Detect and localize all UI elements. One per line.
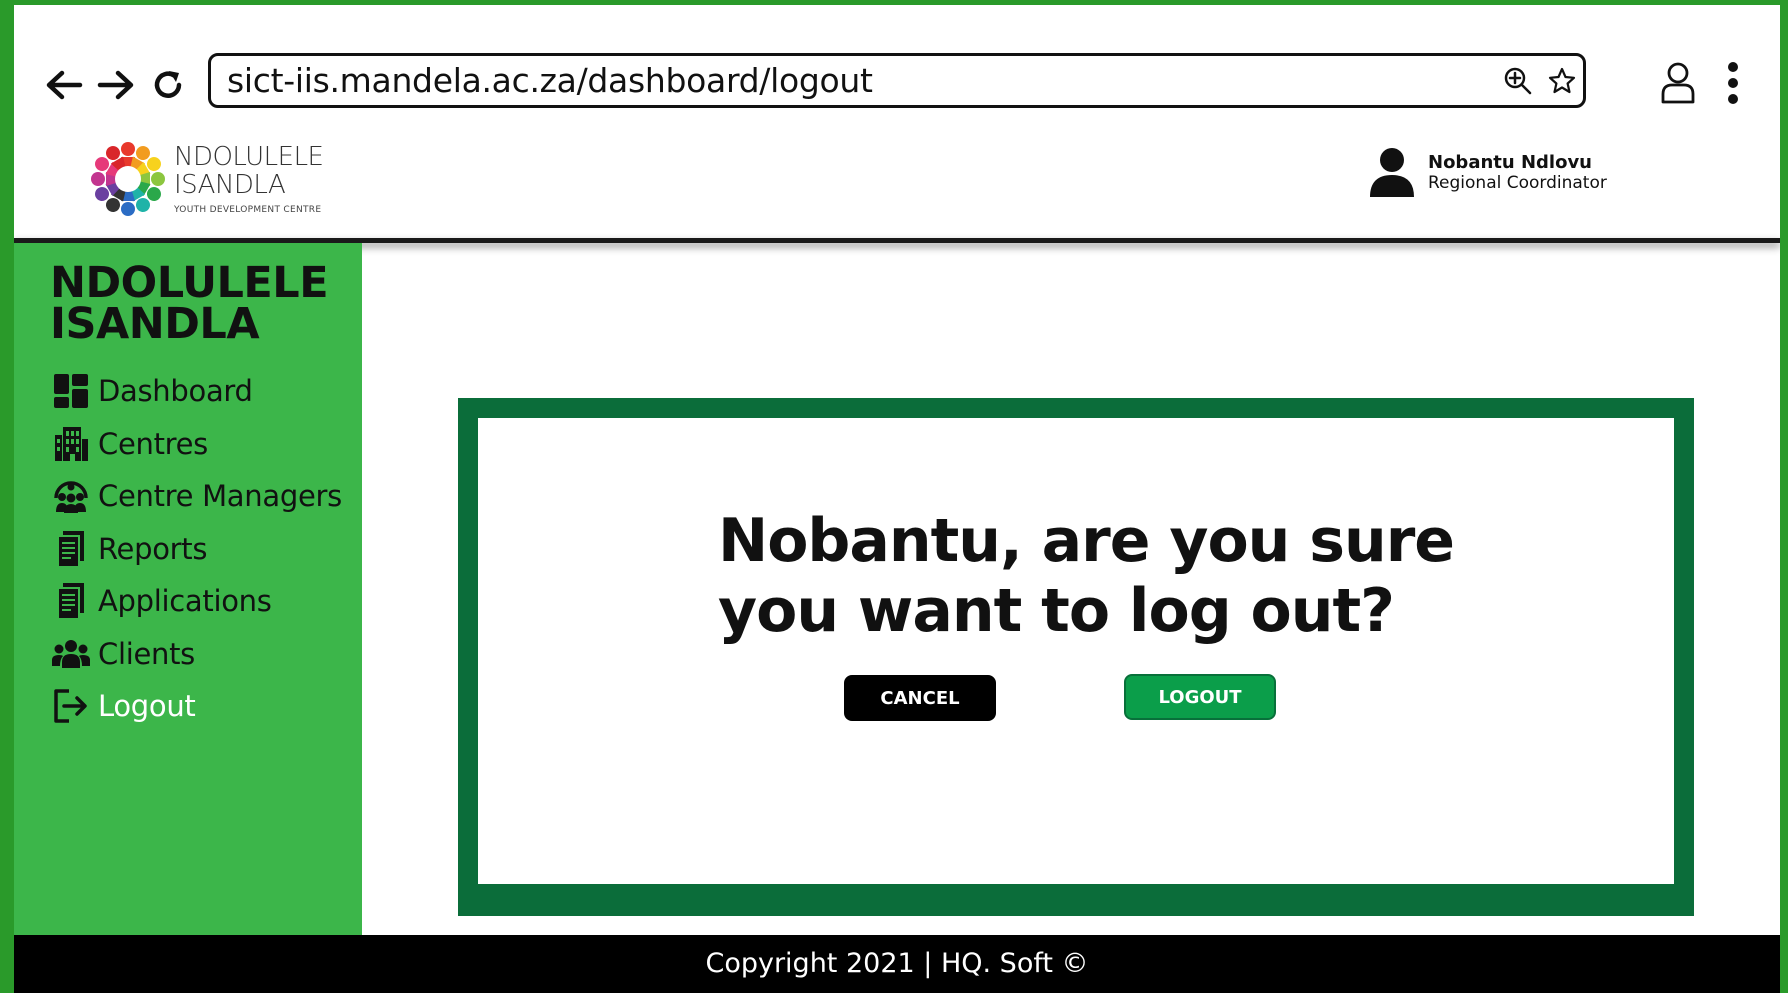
- user-role: Regional Coordinator: [1428, 173, 1607, 193]
- kebab-menu-icon[interactable]: [1718, 57, 1748, 109]
- sidebar-item-centres[interactable]: Centres: [52, 418, 342, 471]
- browser-toolbar: sict-iis.mandela.ac.za/dashboard/logout: [14, 5, 1780, 127]
- sidebar-item-dashboard[interactable]: Dashboard: [52, 365, 342, 418]
- cancel-button[interactable]: CANCEL: [844, 675, 996, 721]
- avatar-icon: [1368, 147, 1416, 199]
- document-icon: [52, 582, 90, 621]
- building-icon: [52, 425, 90, 463]
- brand-name-line2: ISANDLA: [174, 170, 286, 200]
- logout-dialog: Nobantu, are you sure you want to log ou…: [458, 398, 1694, 916]
- app-window: sict-iis.mandela.ac.za/dashboard/logout: [14, 5, 1780, 993]
- sidebar-item-reports[interactable]: Reports: [52, 523, 342, 576]
- sidebar-item-label: Logout: [98, 689, 196, 724]
- logout-button[interactable]: LOGOUT: [1124, 674, 1276, 720]
- brand-wordmark: NDOLULELE ISANDLA YOUTH DEVELOPMENT CENT…: [174, 142, 324, 215]
- sidebar-item-label: Clients: [98, 636, 195, 671]
- dashboard-icon: [52, 372, 90, 410]
- sidebar-item-label: Dashboard: [98, 374, 253, 409]
- reload-icon[interactable]: [146, 63, 190, 107]
- sidebar-item-label: Reports: [98, 531, 208, 566]
- sidebar-item-logout[interactable]: Logout: [52, 680, 342, 733]
- arrow-right-icon[interactable]: [94, 63, 138, 107]
- star-icon[interactable]: [1545, 64, 1579, 98]
- footer: Copyright 2021 | HQ. Soft ©: [14, 935, 1780, 993]
- sidebar-item-label: Centre Managers: [98, 479, 342, 514]
- sidebar-title-line1: NDOLULELE: [50, 258, 329, 308]
- url-text: sict-iis.mandela.ac.za/dashboard/logout: [227, 61, 873, 100]
- users-icon: [52, 635, 90, 673]
- user-profile[interactable]: Nobantu Ndlovu Regional Coordinator: [1368, 147, 1607, 199]
- sidebar-item-label: Applications: [98, 584, 272, 619]
- sidebar-item-applications[interactable]: Applications: [52, 575, 342, 628]
- sidebar-menu: Dashboard Centres Centre Managers Report…: [52, 365, 342, 733]
- brand-logo: [86, 137, 170, 221]
- sidebar-title-line2: ISANDLA: [50, 299, 260, 349]
- sidebar: NDOLULELE ISANDLA Dashboard Centres Cent…: [14, 243, 362, 939]
- dialog-body: Nobantu, are you sure you want to log ou…: [478, 418, 1674, 884]
- people-arch-icon: [52, 477, 90, 515]
- logout-icon: [52, 687, 90, 725]
- address-bar[interactable]: sict-iis.mandela.ac.za/dashboard/logout: [208, 53, 1586, 108]
- copyright-text: Copyright 2021 | HQ. Soft ©: [705, 948, 1089, 979]
- user-name: Nobantu Ndlovu: [1428, 152, 1592, 173]
- brand-name-line1: NDOLULELE: [174, 142, 324, 172]
- sidebar-item-clients[interactable]: Clients: [52, 628, 342, 681]
- document-icon: [52, 530, 90, 568]
- zoom-in-icon[interactable]: [1501, 64, 1535, 98]
- confirm-message: Nobantu, are you sure you want to log ou…: [718, 506, 1455, 646]
- user-icon[interactable]: [1654, 57, 1702, 109]
- brand-tagline: YOUTH DEVELOPMENT CENTRE: [174, 205, 322, 215]
- user-info: Nobantu Ndlovu Regional Coordinator: [1428, 152, 1607, 194]
- sidebar-item-label: Centres: [98, 426, 208, 461]
- sidebar-item-centre-managers[interactable]: Centre Managers: [52, 470, 342, 523]
- sidebar-title: NDOLULELE ISANDLA: [50, 258, 329, 349]
- arrow-left-icon[interactable]: [42, 63, 86, 107]
